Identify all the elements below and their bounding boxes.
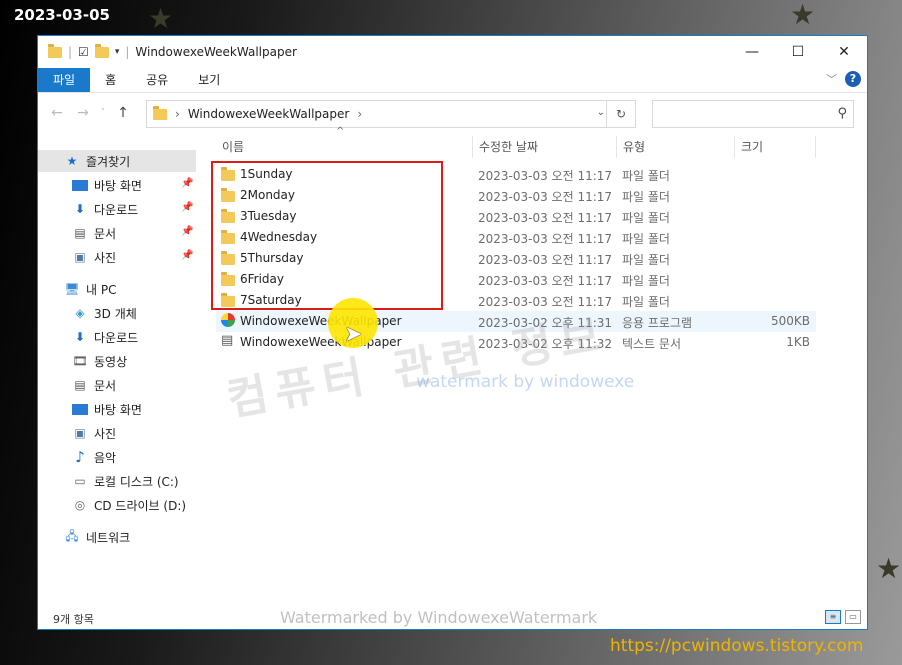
sidebar-item-pictures[interactable]: ▣ 사진 📌 <box>72 246 196 268</box>
forward-icon[interactable]: → <box>70 105 96 121</box>
breadcrumb-segment[interactable]: WindowexeWeekWallpaper <box>188 107 350 121</box>
sidebar-item-desktop[interactable]: 바탕 화면 📌 <box>72 174 196 196</box>
sidebar-item-network[interactable]: 🖧 네트워크 <box>64 526 130 548</box>
download-icon: ⬇ <box>74 202 86 216</box>
explorer-window: | ☑ ▾ | WindowexeWeekWallpaper — ☐ ✕ 파일 … <box>37 35 868 630</box>
sidebar-item-videos[interactable]: 🎞 동영상 <box>72 350 127 372</box>
address-bar[interactable]: › WindowexeWeekWallpaper › ⌄ ↻ <box>146 100 636 128</box>
highlight-box <box>211 161 443 310</box>
pin-icon: 📌 <box>181 250 194 261</box>
cd-icon: ◎ <box>74 498 86 512</box>
column-header-size[interactable]: 크기 <box>734 136 816 158</box>
star-decoration-icon: ★ <box>148 2 174 35</box>
document-icon: ▤ <box>74 226 86 240</box>
site-url: https://pcwindows.tistory.com <box>610 636 864 656</box>
up-icon[interactable]: ↑ <box>110 105 136 121</box>
cube-icon: ◈ <box>75 306 85 320</box>
quick-access-toolbar: | ☑ ▾ | <box>38 43 129 59</box>
window-controls: — ☐ ✕ <box>729 36 867 68</box>
star-icon: ★ <box>66 154 78 168</box>
document-icon: ▤ <box>74 378 86 392</box>
tab-share[interactable]: 공유 <box>131 68 183 92</box>
breadcrumb-separator-icon: › <box>175 107 180 121</box>
sidebar-item-quick-access[interactable]: ★ 즐겨찾기 <box>38 150 196 172</box>
tab-file[interactable]: 파일 <box>38 68 91 92</box>
sidebar-item-downloads-pc[interactable]: ⬇ 다운로드 <box>72 326 138 348</box>
sidebar-item-music[interactable]: ♪ 음악 <box>72 446 116 468</box>
folder-icon <box>153 105 167 120</box>
sidebar-item-this-pc[interactable]: 🖥 내 PC <box>64 278 116 300</box>
pin-icon: 📌 <box>181 226 194 237</box>
refresh-button[interactable]: ↻ <box>606 101 635 127</box>
expand-ribbon-icon[interactable]: ﹀ <box>826 71 837 87</box>
status-bar: 9개 항목 Watermarked by WindowexeWatermark … <box>38 607 867 629</box>
column-headers: ^ 이름 수정한 날짜 유형 크기 <box>216 126 867 158</box>
tab-view[interactable]: 보기 <box>183 68 235 92</box>
desktop-icon <box>72 179 88 191</box>
app-icon <box>221 313 235 327</box>
picture-icon: ▣ <box>74 250 86 264</box>
customize-toolbar-icon[interactable]: ▾ <box>115 47 120 57</box>
watermark-english: watermark by windowexe <box>416 372 635 392</box>
search-input[interactable]: ⚲ <box>652 100 854 128</box>
star-decoration-icon: ★ <box>790 0 816 31</box>
music-icon: ♪ <box>75 448 85 466</box>
column-header-name[interactable]: 이름 <box>216 136 472 158</box>
pin-icon: 📌 <box>181 178 194 189</box>
sidebar-item-downloads[interactable]: ⬇ 다운로드 📌 <box>72 198 196 220</box>
large-icons-view-icon[interactable]: ▭ <box>845 610 861 624</box>
folder-icon <box>48 43 62 58</box>
desktop-icon <box>72 403 88 415</box>
sidebar-item-documents-pc[interactable]: ▤ 문서 <box>72 374 116 396</box>
ribbon-tabs: 파일 홈 공유 보기 ﹀ ? <box>38 68 867 93</box>
title-bar: | ☑ ▾ | WindowexeWeekWallpaper — ☐ ✕ <box>38 36 867 68</box>
date-stamp: 2023-03-05 <box>14 6 110 24</box>
breadcrumb-separator-icon: › <box>357 107 363 121</box>
watermark-status: Watermarked by WindowexeWatermark <box>280 608 598 627</box>
navigation-bar: ← → ˅ ↑ › WindowexeWeekWallpaper › ⌄ ↻ ⚲ <box>38 93 867 133</box>
column-header-type[interactable]: 유형 <box>616 136 734 158</box>
recent-locations-icon[interactable]: ˅ <box>96 108 110 118</box>
properties-icon[interactable]: ☑ <box>78 45 89 59</box>
column-header-date[interactable]: 수정한 날짜 <box>472 136 616 158</box>
picture-icon: ▣ <box>74 426 86 440</box>
back-icon[interactable]: ← <box>44 105 70 121</box>
search-icon: ⚲ <box>837 106 847 121</box>
network-icon: 🖧 <box>65 528 79 543</box>
window-title: WindowexeWeekWallpaper <box>135 45 297 59</box>
star-decoration-icon: ★ <box>876 552 902 585</box>
view-buttons: ≡ ▭ <box>825 610 861 624</box>
text-file-icon: ▤ <box>221 333 234 348</box>
pc-icon: 🖥 <box>64 282 80 296</box>
sidebar-item-3d-objects[interactable]: ◈ 3D 개체 <box>72 302 136 324</box>
sidebar-item-desktop-pc[interactable]: 바탕 화면 <box>72 398 142 420</box>
minimize-button[interactable]: — <box>729 36 775 68</box>
mouse-cursor-icon: ➤ <box>344 322 363 347</box>
sidebar-item-documents[interactable]: ▤ 문서 📌 <box>72 222 196 244</box>
item-count: 9개 항목 <box>53 613 94 626</box>
help-icon[interactable]: ? <box>845 71 861 87</box>
sidebar-item-cd-drive[interactable]: ◎ CD 드라이브 (D:) <box>72 494 186 516</box>
close-button[interactable]: ✕ <box>821 36 867 68</box>
address-dropdown-icon[interactable]: ⌄ <box>597 107 605 118</box>
tab-home[interactable]: 홈 <box>90 68 131 92</box>
download-icon: ⬇ <box>74 330 86 344</box>
sidebar-item-pictures-pc[interactable]: ▣ 사진 <box>72 422 116 444</box>
details-view-icon[interactable]: ≡ <box>825 610 841 624</box>
sidebar-item-local-disk[interactable]: ▭ 로컬 디스크 (C:) <box>72 470 178 492</box>
maximize-button[interactable]: ☐ <box>775 36 821 68</box>
new-folder-icon[interactable] <box>94 43 109 58</box>
video-icon: 🎞 <box>72 354 88 368</box>
navigation-pane: ★ 즐겨찾기 바탕 화면 📌 ⬇ 다운로드 📌 ▤ 문서 📌 ▣ 사진 📌 🖥 … <box>38 146 198 607</box>
drive-icon: ▭ <box>74 474 86 488</box>
pin-icon: 📌 <box>181 202 194 213</box>
